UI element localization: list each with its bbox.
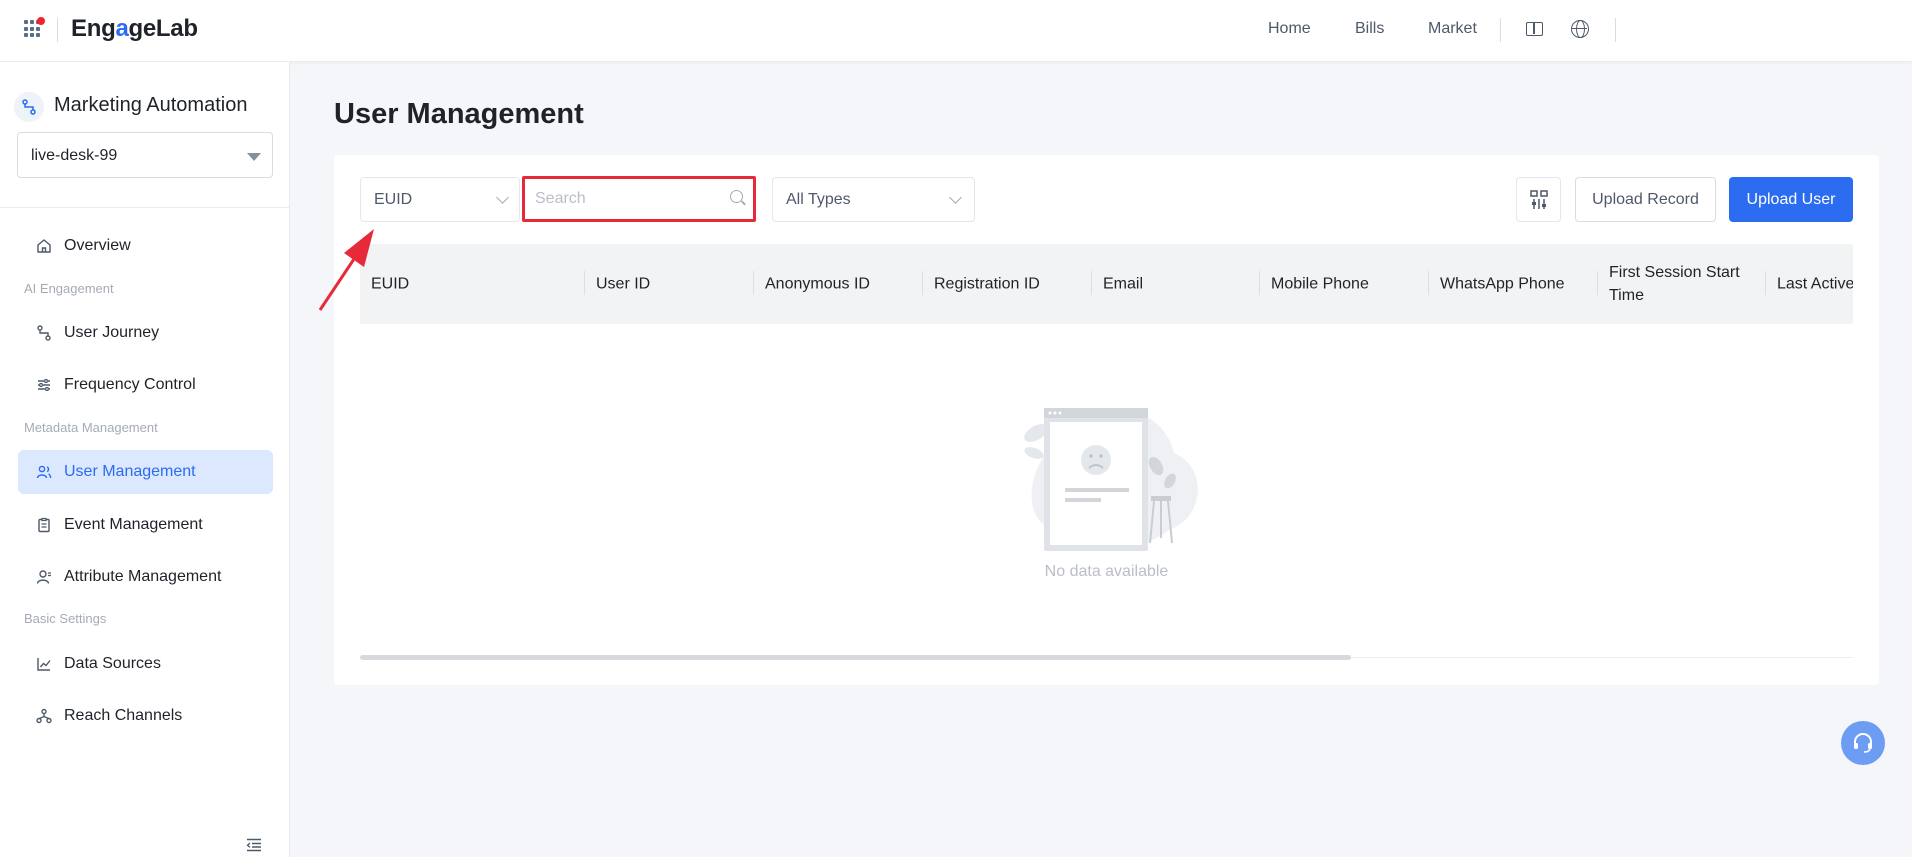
nav-bills[interactable]: Bills <box>1355 20 1384 38</box>
column-header[interactable]: WhatsApp Phone <box>1429 244 1598 324</box>
empty-state-text: No data available <box>1044 563 1169 580</box>
sidebar-item-label: Frequency Control <box>64 376 196 393</box>
sidebar: Marketing Automation live-desk-99 Overvi… <box>0 62 290 857</box>
divider <box>0 207 290 208</box>
group-label-basic-settings: Basic Settings <box>24 611 107 626</box>
clipboard-icon <box>38 517 50 533</box>
type-filter-value: All Types <box>786 191 851 208</box>
table-header: EUID User ID Anonymous ID Registration I… <box>360 244 1853 324</box>
customer-support-button[interactable] <box>1841 721 1885 765</box>
search-box-highlighted[interactable] <box>522 176 756 222</box>
sidebar-item-user-management[interactable]: User Management <box>18 450 273 494</box>
sidebar-item-attribute-management[interactable]: Attribute Management <box>18 555 273 599</box>
sidebar-item-label: Event Management <box>64 516 203 533</box>
nav-market[interactable]: Market <box>1428 20 1477 38</box>
sidebar-item-label: Attribute Management <box>64 568 222 585</box>
sidebar-item-frequency-control[interactable]: Frequency Control <box>18 363 273 407</box>
group-label-metadata-management: Metadata Management <box>24 420 158 435</box>
users-icon <box>36 465 52 479</box>
search-icon <box>730 190 743 203</box>
divider <box>1615 18 1616 42</box>
marketing-automation-icon <box>14 92 44 122</box>
column-header[interactable]: EUID <box>360 244 585 324</box>
chevron-down-icon <box>949 191 962 204</box>
nav-home[interactable]: Home <box>1268 20 1311 38</box>
project-select-value: live-desk-99 <box>31 147 118 164</box>
annotation-arrow-icon <box>318 229 374 311</box>
sidebar-item-reach-channels[interactable]: Reach Channels <box>18 694 273 738</box>
user-icon <box>36 570 51 584</box>
column-settings-button[interactable] <box>1516 177 1561 222</box>
column-header[interactable]: Registration ID <box>923 244 1092 324</box>
sidebar-item-user-journey[interactable]: User Journey <box>18 311 273 355</box>
sidebar-item-overview[interactable]: Overview <box>18 224 273 268</box>
group-label-ai-engagement: AI Engagement <box>24 281 114 296</box>
sidebar-item-label: Overview <box>64 237 131 254</box>
page-title: User Management <box>334 98 584 130</box>
top-bar: EngageLab Home Bills Market <box>0 0 1912 62</box>
horizontal-scrollbar-thumb[interactable] <box>360 655 1351 660</box>
column-settings-icon <box>1530 190 1548 209</box>
headset-icon <box>1854 733 1872 753</box>
sidebar-item-event-management[interactable]: Event Management <box>18 503 273 547</box>
column-header[interactable]: Anonymous ID <box>754 244 923 324</box>
chevron-down-icon <box>496 191 509 204</box>
engagelab-logo[interactable]: EngageLab <box>71 15 198 43</box>
collapse-sidebar-icon[interactable] <box>246 838 262 852</box>
column-header[interactable]: Mobile Phone <box>1260 244 1429 324</box>
sidebar-item-data-sources[interactable]: Data Sources <box>18 642 273 686</box>
column-header[interactable]: Email <box>1092 244 1260 324</box>
sidebar-item-label: Reach Channels <box>64 707 183 724</box>
sidebar-item-label: Data Sources <box>64 655 161 672</box>
search-field-select[interactable]: EUID <box>360 177 520 222</box>
home-icon <box>37 239 51 253</box>
divider <box>57 18 58 42</box>
caret-down-icon <box>247 153 261 161</box>
empty-state-illustration <box>1024 408 1198 551</box>
sliders-icon <box>38 379 50 391</box>
column-header[interactable]: Last Active <box>1766 244 1853 324</box>
column-header[interactable]: First Session Start Time <box>1598 244 1766 324</box>
column-header[interactable]: User ID <box>585 244 754 324</box>
search-input[interactable] <box>535 187 725 211</box>
upload-record-button[interactable]: Upload Record <box>1575 177 1716 222</box>
journey-icon <box>37 325 51 341</box>
sidebar-item-label: User Journey <box>64 324 160 341</box>
chart-line-icon <box>37 658 51 671</box>
user-list-card: EUID All Types Upload Record Upload User… <box>334 155 1879 685</box>
language-globe-icon[interactable] <box>1571 20 1589 38</box>
upload-user-button[interactable]: Upload User <box>1729 177 1853 222</box>
notification-dot <box>37 17 45 25</box>
network-icon <box>36 708 52 724</box>
divider <box>1500 18 1501 42</box>
type-filter-select[interactable]: All Types <box>772 177 975 222</box>
sidebar-item-label: User Management <box>64 463 196 480</box>
project-select[interactable]: live-desk-99 <box>17 132 273 178</box>
search-field-value: EUID <box>374 191 413 208</box>
docs-book-icon[interactable] <box>1526 22 1543 36</box>
product-title: Marketing Automation <box>54 94 248 116</box>
